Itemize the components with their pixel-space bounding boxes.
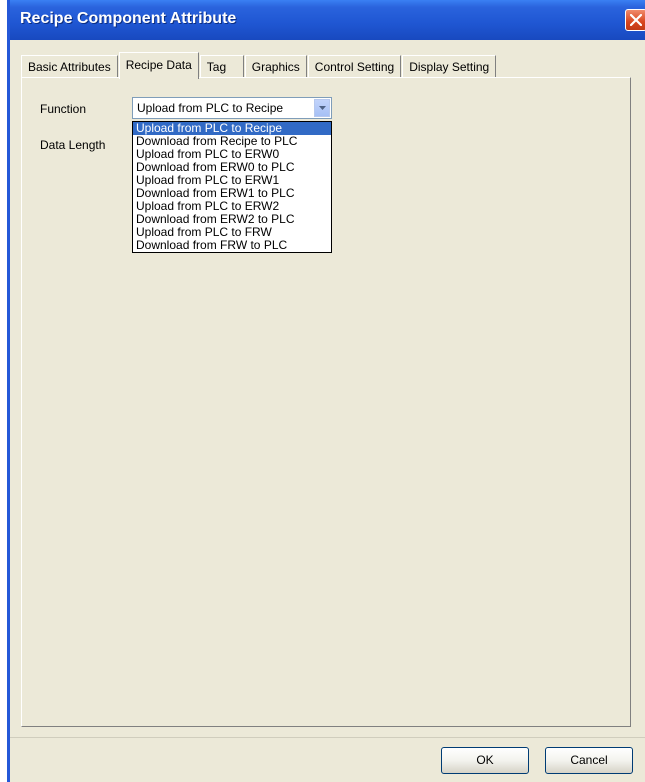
tab-tag[interactable]: Tag <box>199 55 244 78</box>
data-length-label: Data Length <box>40 138 106 152</box>
ok-button[interactable]: OK <box>441 747 529 774</box>
dialog-window: Recipe Component Attribute Basic Attribu… <box>7 0 645 782</box>
tab-control-setting[interactable]: Control Setting <box>307 55 402 78</box>
close-button[interactable] <box>625 9 645 31</box>
window-title: Recipe Component Attribute <box>20 10 237 27</box>
tab-recipe-data[interactable]: Recipe Data <box>118 52 199 79</box>
function-dropdown-list: Upload from PLC to Recipe Download from … <box>132 121 332 253</box>
title-bar[interactable]: Recipe Component Attribute <box>10 0 645 40</box>
function-select[interactable]: Upload from PLC to Recipe <box>132 97 332 119</box>
tab-basic-attributes[interactable]: Basic Attributes <box>21 55 118 78</box>
tab-display-setting[interactable]: Display Setting <box>402 55 497 78</box>
footer-divider <box>10 737 645 738</box>
dropdown-option[interactable]: Download from FRW to PLC <box>133 239 331 252</box>
function-label: Function <box>40 102 87 116</box>
close-icon <box>630 14 642 26</box>
function-select-value: Upload from PLC to Recipe <box>137 101 284 115</box>
chevron-down-icon <box>319 106 326 110</box>
function-select-arrow[interactable] <box>314 99 330 117</box>
cancel-button[interactable]: Cancel <box>545 747 633 774</box>
tab-strip: Basic Attributes Recipe Data Tag Graphic… <box>21 51 497 79</box>
tab-graphics[interactable]: Graphics <box>244 55 307 78</box>
